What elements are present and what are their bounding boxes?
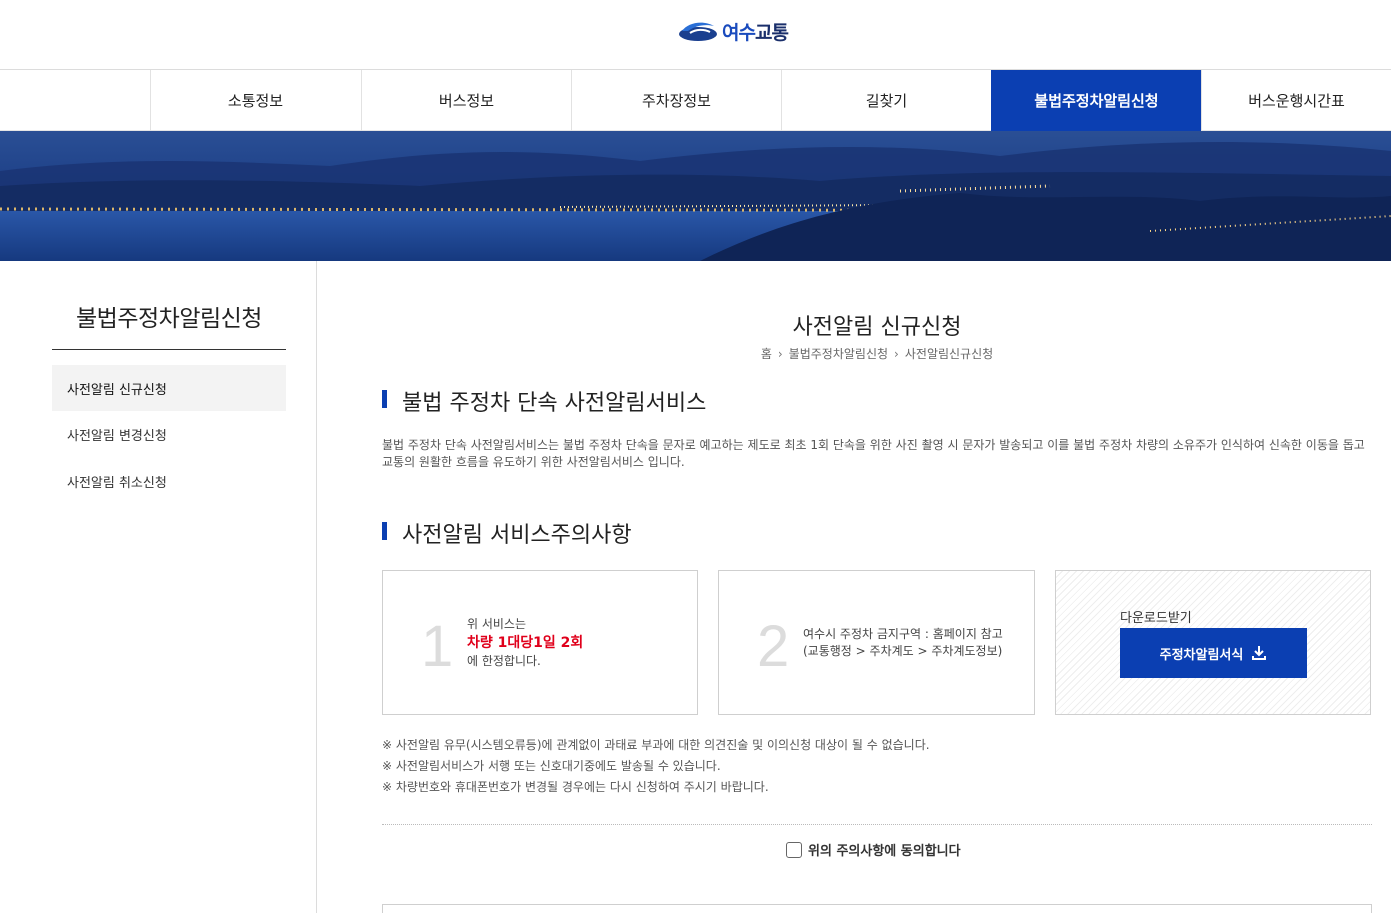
section-title-service: 불법 주정차 단속 사전알림서비스 [382,385,706,417]
sidebar-item-cancel[interactable]: 사전알림 취소신청 [52,458,286,504]
sidebar-item-change[interactable]: 사전알림 변경신청 [52,411,286,457]
section-title-notice-text: 사전알림 서비스주의사항 [402,523,632,548]
download-button-label: 주정차알림서식 [1159,647,1244,663]
nav-item-parking-alert[interactable]: 불법주정차알림신청 [991,70,1201,131]
card-2-line1: 여수시 주정차 금지구역 : 홈페이지 참고 [803,627,1003,641]
card-1-line1: 위 서비스는 [467,617,527,631]
notice-list: ※ 사전알림 유무(시스템오류등)에 관계없이 과태료 부과에 대한 의견진술 … [382,735,930,798]
nav-item-bus-timetable[interactable]: 버스운행시간표 [1201,70,1391,131]
logo-wave-icon [679,22,717,41]
breadcrumb-level2[interactable]: 사전알림신규신청 [905,345,993,362]
nav-item-route[interactable]: 길찾기 [781,70,991,131]
card-2-line2: (교통행정 > 주차계도 > 주차계도정보) [803,644,1003,658]
site-header: 여수교통 [0,0,1391,70]
chevron-right-icon: › [894,347,899,361]
logo-text-a: 여수 [722,21,756,44]
agree-checkbox[interactable] [786,841,802,858]
notice-item: ※ 사전알림서비스가 서행 또는 신호대기중에도 발송될 수 있습니다. [382,759,721,773]
sidebar-item-new[interactable]: 사전알림 신규신청 [52,365,286,411]
nav-item-parking[interactable]: 주차장정보 [571,70,781,131]
sidebar-title-divider [52,349,286,350]
notice-item: ※ 차량번호와 휴대폰번호가 변경될 경우에는 다시 신청하여 주시기 바랍니다… [382,780,769,794]
chevron-right-icon: › [777,347,783,361]
page-title: 사전알림 신규신청 [792,315,962,340]
card-2-text: 여수시 주정차 금지구역 : 홈페이지 참고 (교통행정 > 주차계도 > 주차… [803,626,1003,660]
agree-checkbox-row[interactable]: 위의 주의사항에 동의합니다 [786,840,961,859]
nav-item-traffic[interactable]: 소통정보 [150,70,360,131]
card-number: 2 [757,614,790,679]
card-1-highlight: 차량 1대당1일 2회 [467,635,584,651]
download-label: 다운로드받기 [1120,611,1192,626]
section-marker [382,522,387,540]
site-logo[interactable]: 여수교통 [678,16,789,46]
section-title-service-text: 불법 주정차 단속 사전알림서비스 [402,391,707,416]
download-icon [1252,646,1267,660]
notice-card-2: 2 여수시 주정차 금지구역 : 홈페이지 참고 (교통행정 > 주차계도 > … [718,570,1035,715]
section-marker [382,390,387,408]
breadcrumb: 홈 › 불법주정차알림신청 › 사전알림신규신청 [382,345,1372,362]
agree-label: 위의 주의사항에 동의합니다 [808,844,961,859]
card-1-text: 위 서비스는 차량 1대당1일 2회 에 한정합니다. [467,616,583,670]
service-description: 불법 주정차 단속 사전알림서비스는 불법 주정차 단속을 문자로 예고하는 제… [382,438,1365,469]
application-form-box [382,904,1372,913]
download-card: 다운로드받기 주정차알림서식 [1055,570,1371,715]
breadcrumb-home[interactable]: 홈 [761,345,772,362]
logo-text: 여수교통 [722,18,789,45]
logo-text-b: 교통 [754,21,789,44]
sidebar-title: 불법주정차알림신청 [76,306,262,332]
breadcrumb-level1[interactable]: 불법주정차알림신청 [789,345,888,362]
card-number: 1 [421,614,454,679]
sidebar: 불법주정차알림신청 사전알림 신규신청 사전알림 변경신청 사전알림 취소신청 [0,261,317,913]
hero-banner [0,131,1391,261]
notice-card-1: 1 위 서비스는 차량 1대당1일 2회 에 한정합니다. [382,570,698,715]
section-title-notice: 사전알림 서비스주의사항 [382,517,632,549]
main-nav: 소통정보 버스정보 주차장정보 길찾기 불법주정차알림신청 버스운행시간표 [0,70,1391,131]
nav-item-bus[interactable]: 버스정보 [361,70,571,131]
notice-item: ※ 사전알림 유무(시스템오류등)에 관계없이 과태료 부과에 대한 의견진술 … [382,738,930,752]
card-1-line3: 에 한정합니다. [467,654,541,668]
dotted-divider [382,824,1372,825]
night-city-banner-image [0,131,1391,261]
download-form-button[interactable]: 주정차알림서식 [1120,628,1307,678]
